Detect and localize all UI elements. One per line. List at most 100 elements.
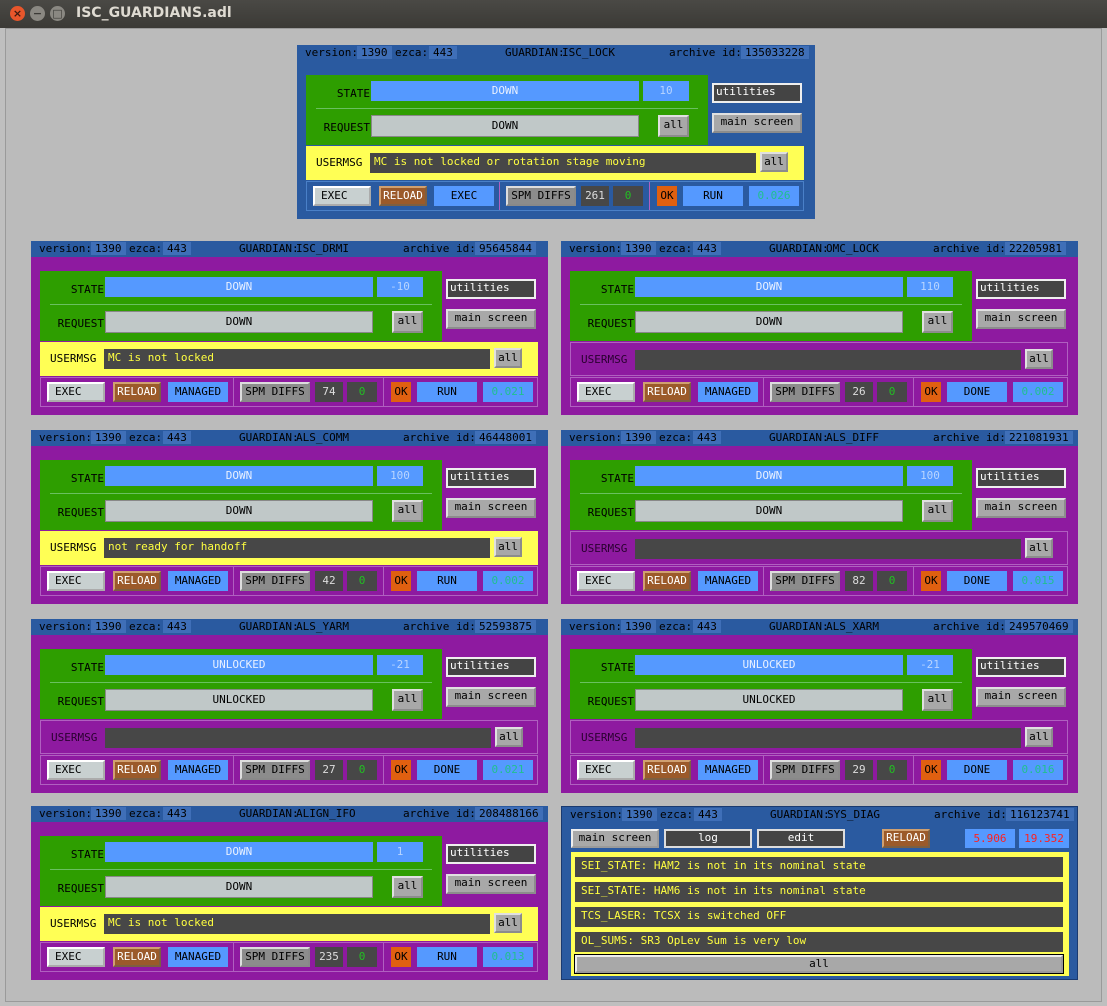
exec-mode-select[interactable]: EXEC	[577, 382, 635, 402]
request-select[interactable]: DOWN	[105, 876, 373, 898]
ezca-label: ezca:	[129, 242, 163, 255]
spm-diffs-button[interactable]: SPM DIFFS	[770, 760, 840, 780]
hdr-version-label: version:	[570, 808, 623, 821]
exec-mode-select[interactable]: EXEC	[47, 571, 105, 591]
main-screen-button[interactable]: main screen	[446, 687, 536, 707]
exec-mode-select[interactable]: EXEC	[577, 760, 635, 780]
request-all-button[interactable]: all	[922, 689, 953, 711]
request-all-button[interactable]: all	[392, 689, 423, 711]
guardian-name: ISC_LOCK	[562, 46, 615, 59]
main-screen-button[interactable]: main screen	[976, 309, 1066, 329]
request-select[interactable]: UNLOCKED	[105, 689, 373, 711]
main-screen-button[interactable]: main screen	[446, 309, 536, 329]
main-screen-button[interactable]: main screen	[446, 498, 536, 518]
separator	[383, 943, 384, 971]
archive-value: 22205981	[1005, 242, 1066, 255]
exec-row: EXEC RELOAD EXEC SPM DIFFS 261 0 OK RUN 0.026	[306, 181, 804, 211]
main-screen-button[interactable]: main screen	[446, 874, 536, 894]
request-select[interactable]: UNLOCKED	[635, 689, 903, 711]
spm-diffs-button[interactable]: SPM DIFFS	[506, 186, 576, 206]
request-all-button[interactable]: all	[392, 311, 423, 333]
reload-button[interactable]: RELOAD	[643, 760, 691, 780]
spm-diffs-button[interactable]: SPM DIFFS	[240, 947, 310, 967]
separator	[383, 378, 384, 406]
request-select[interactable]: DOWN	[635, 500, 903, 522]
request-all-button[interactable]: all	[658, 115, 689, 137]
close-icon[interactable]: ×	[10, 6, 25, 21]
state-number: 100	[377, 466, 423, 486]
spm-diffs-button[interactable]: SPM DIFFS	[240, 382, 310, 402]
maximize-icon[interactable]: □	[50, 6, 65, 21]
usermsg-all-button[interactable]: all	[1025, 349, 1053, 369]
state-label: STATE	[70, 472, 104, 485]
exec-mode-select[interactable]: EXEC	[313, 186, 371, 206]
request-select[interactable]: DOWN	[105, 311, 373, 333]
spm-diffs-button[interactable]: SPM DIFFS	[770, 571, 840, 591]
diag-all-button[interactable]: all	[574, 954, 1064, 974]
usermsg-all-button[interactable]: all	[494, 537, 522, 557]
usermsg-label: USERMSG	[316, 156, 363, 169]
main-screen-button[interactable]: main screen	[976, 687, 1066, 707]
separator	[50, 869, 432, 870]
exec-mode-select[interactable]: EXEC	[577, 571, 635, 591]
spm-diffs-button[interactable]: SPM DIFFS	[770, 382, 840, 402]
log-button[interactable]: log	[664, 829, 752, 848]
spm-diff-count: 42	[315, 571, 343, 591]
reload-button[interactable]: RELOAD	[113, 571, 161, 591]
request-all-button[interactable]: all	[922, 500, 953, 522]
guardian-name: ALS_DIFF	[826, 431, 879, 444]
utilities-button[interactable]: utilities	[976, 279, 1066, 299]
reload-button[interactable]: RELOAD	[643, 382, 691, 402]
cycle-time: 0.026	[749, 186, 799, 206]
usermsg-all-button[interactable]: all	[1025, 538, 1053, 558]
reload-button[interactable]: RELOAD	[882, 829, 930, 848]
state-label: STATE	[70, 283, 104, 296]
request-all-button[interactable]: all	[392, 876, 423, 898]
usermsg-label: USERMSG	[51, 731, 98, 744]
request-all-button[interactable]: all	[392, 500, 423, 522]
utilities-button[interactable]: utilities	[976, 657, 1066, 677]
spm-diffs-button[interactable]: SPM DIFFS	[240, 760, 310, 780]
reload-button[interactable]: RELOAD	[643, 571, 691, 591]
reload-button[interactable]: RELOAD	[113, 382, 161, 402]
separator	[580, 493, 962, 494]
minimize-icon[interactable]: −	[30, 6, 45, 21]
exec-mode-select[interactable]: EXEC	[47, 947, 105, 967]
usermsg-all-button[interactable]: all	[494, 348, 522, 368]
version-value: 1390	[91, 807, 126, 820]
utilities-button[interactable]: utilities	[446, 657, 536, 677]
utilities-button[interactable]: utilities	[446, 844, 536, 864]
main-screen-button[interactable]: main screen	[571, 829, 659, 848]
utilities-button[interactable]: utilities	[976, 468, 1066, 488]
panel-header: version: 1390 ezca: 443 GUARDIAN: ALS_COMM arc…	[31, 430, 548, 446]
request-select[interactable]: DOWN	[635, 311, 903, 333]
usermsg-all-button[interactable]: all	[760, 152, 788, 172]
exec-mode-select[interactable]: EXEC	[47, 382, 105, 402]
exec-mode-select[interactable]: EXEC	[47, 760, 105, 780]
request-select[interactable]: DOWN	[105, 500, 373, 522]
utilities-button[interactable]: utilities	[446, 279, 536, 299]
main-screen-button[interactable]: main screen	[712, 113, 802, 133]
request-select[interactable]: DOWN	[371, 115, 639, 137]
utilities-button[interactable]: utilities	[712, 83, 802, 103]
reload-button[interactable]: RELOAD	[113, 760, 161, 780]
main-screen-button[interactable]: main screen	[976, 498, 1066, 518]
spm-diffs-button[interactable]: SPM DIFFS	[240, 571, 310, 591]
edit-button[interactable]: edit	[757, 829, 845, 848]
usermsg-all-button[interactable]: all	[495, 727, 523, 747]
state-number: 100	[907, 466, 953, 486]
usermsg-all-button[interactable]: all	[1025, 727, 1053, 747]
usermsg-row: USERMSG MC is not locked or rotation stag…	[306, 146, 804, 180]
state-value: DOWN	[105, 842, 373, 862]
version-value: 1390	[621, 431, 656, 444]
reload-button[interactable]: RELOAD	[379, 186, 427, 206]
ezca-value: 443	[163, 242, 191, 255]
separator	[316, 108, 698, 109]
reload-button[interactable]: RELOAD	[113, 947, 161, 967]
utilities-button[interactable]: utilities	[446, 468, 536, 488]
hdr-version-label: version:	[39, 620, 92, 633]
version-value: 1390	[621, 620, 656, 633]
usermsg-all-button[interactable]: all	[494, 913, 522, 933]
usermsg-row: USERMSG all	[570, 342, 1068, 376]
request-all-button[interactable]: all	[922, 311, 953, 333]
